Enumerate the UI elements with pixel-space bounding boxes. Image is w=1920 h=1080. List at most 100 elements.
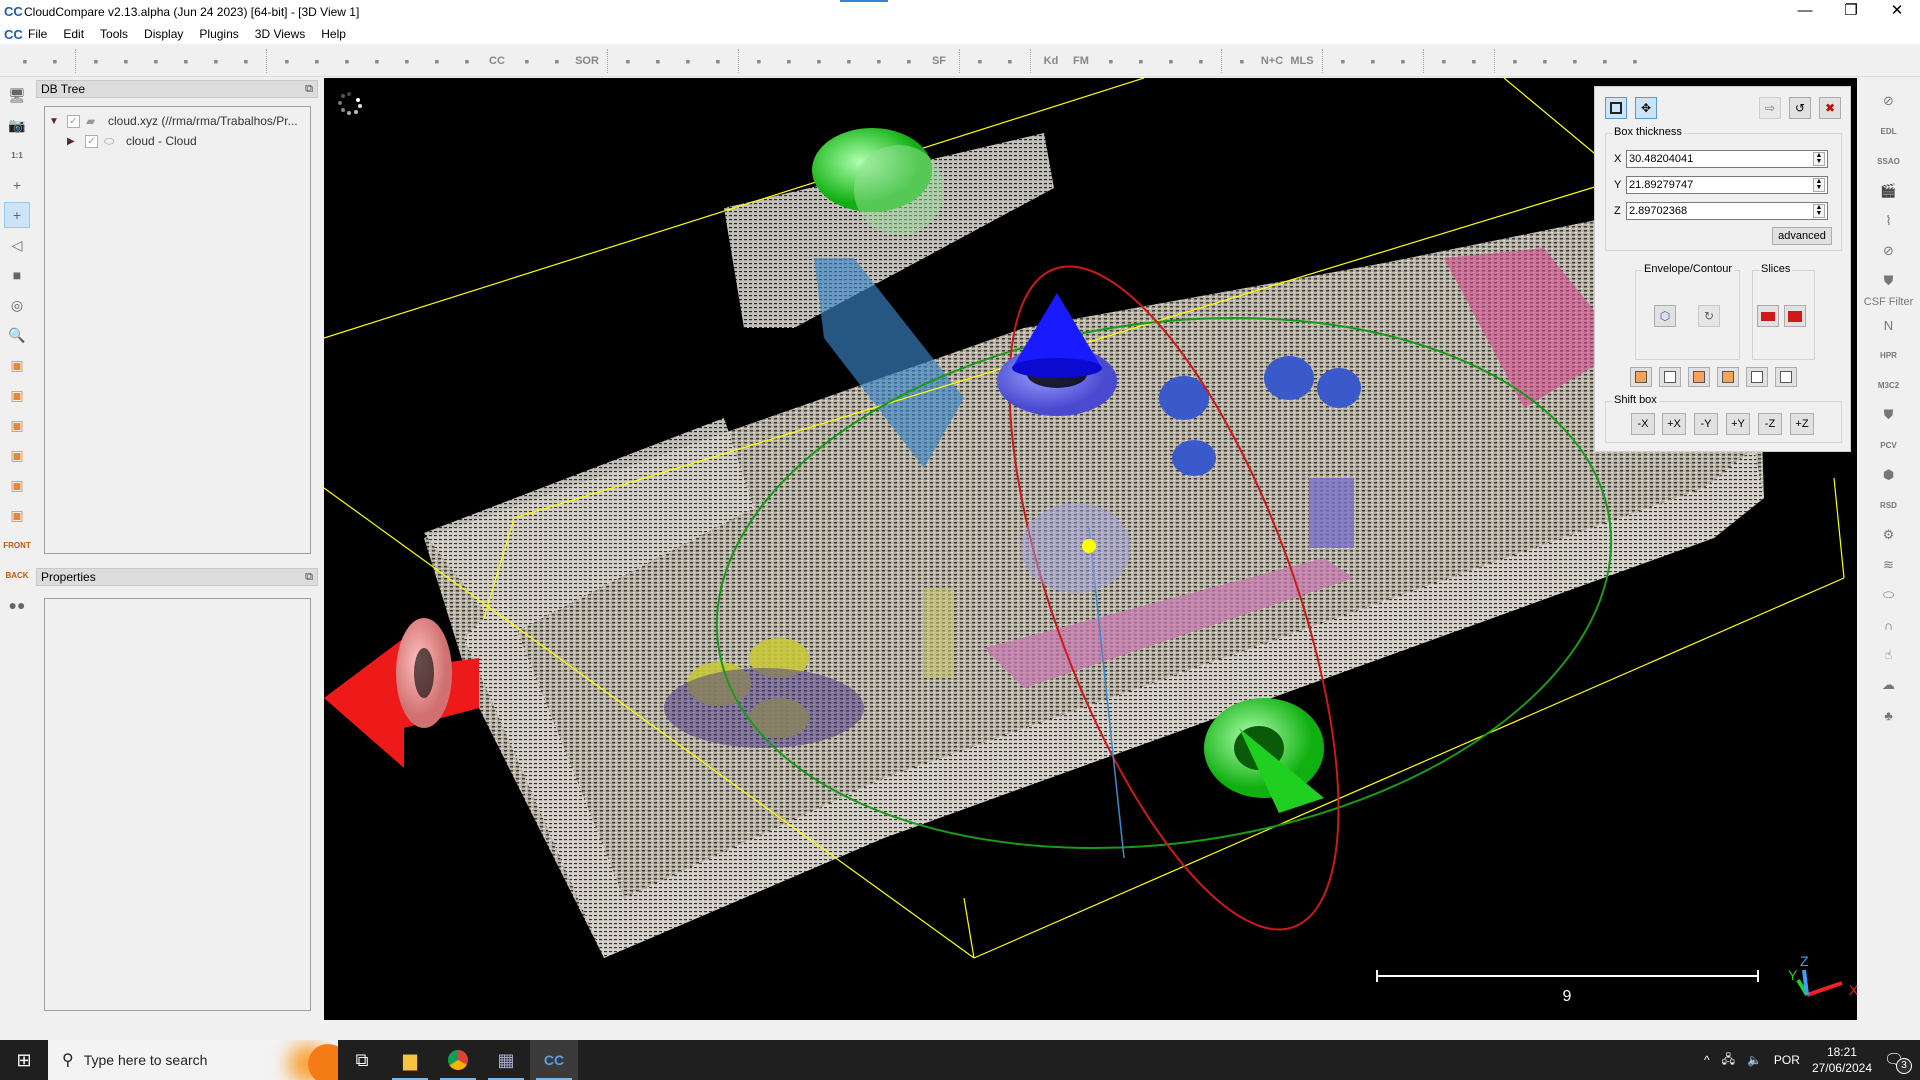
gizmo-x-translate[interactable] [324, 618, 479, 768]
m3c2-icon[interactable]: M3C2 [1876, 372, 1902, 398]
layers-icon[interactable]: ≋ [1876, 552, 1902, 578]
pcv-icon[interactable]: PCV [1876, 432, 1902, 458]
view-right-icon[interactable]: ▣ [4, 472, 30, 498]
polygon-icon[interactable]: ⬢ [1876, 462, 1902, 488]
cloud-mesh-distance-icon[interactable]: ▪ [455, 49, 479, 73]
zoom-1-1-icon[interactable]: 1:1 [4, 142, 30, 168]
canupo-classify-icon[interactable]: ▪ [998, 49, 1022, 73]
hsv-icon[interactable]: ▪ [1533, 49, 1557, 73]
menu-help[interactable]: Help [313, 27, 354, 41]
delete-icon[interactable]: ▪ [234, 49, 258, 73]
calculator-button[interactable]: ▦ [482, 1040, 530, 1080]
sphere-icon[interactable]: ▪ [1159, 49, 1183, 73]
collapse-arrow-icon[interactable]: ▼ [49, 116, 61, 127]
mls-icon[interactable]: MLS [1290, 49, 1314, 73]
north-icon[interactable]: N [1876, 312, 1902, 338]
scissors-icon[interactable]: ▪ [616, 49, 640, 73]
sf-delete-icon[interactable]: ▪ [837, 49, 861, 73]
hand-icon[interactable]: ▪ [1563, 49, 1587, 73]
import-icon[interactable]: ▪ [1391, 49, 1415, 73]
clone-icon[interactable]: ▪ [84, 49, 108, 73]
menu-display[interactable]: Display [136, 27, 191, 41]
sf-add-icon[interactable]: ▪ [867, 49, 891, 73]
minimize-button[interactable]: — [1782, 0, 1828, 24]
list-icon[interactable]: ▪ [114, 49, 138, 73]
camera-icon[interactable]: 📷 [4, 112, 30, 138]
reset-envelope-button[interactable]: ↻ [1698, 305, 1720, 327]
float-panel-icon[interactable]: ⧉ [305, 81, 313, 97]
cross-section-icon[interactable]: ▪ [676, 49, 700, 73]
pick-icon[interactable]: ▪ [706, 49, 730, 73]
sor-icon[interactable]: SOR [575, 49, 599, 73]
magnet-icon[interactable]: ∩ [1876, 612, 1902, 638]
file-explorer-button[interactable]: ▆ [386, 1040, 434, 1080]
view-front-button[interactable] [1659, 367, 1681, 387]
gizmo-mode-button[interactable]: ✥ [1635, 97, 1657, 119]
task-view-button[interactable]: ⧉ [338, 1040, 386, 1080]
trees-icon[interactable]: ♣ [1876, 702, 1902, 728]
min-max-icon[interactable]: ▪ [807, 49, 831, 73]
sample-points-icon[interactable]: ▪ [335, 49, 359, 73]
chrome-button[interactable] [434, 1040, 482, 1080]
auto-center-icon[interactable]: + [4, 202, 30, 228]
show-hidden-icons-button[interactable]: ^ [1704, 1053, 1710, 1067]
save-icon[interactable]: ▪ [43, 49, 67, 73]
csv-icon[interactable]: ▪ [1129, 49, 1153, 73]
taskbar-search[interactable]: ⚲ Type here to search [48, 1040, 338, 1080]
fm-icon[interactable]: FM [1069, 49, 1093, 73]
iso-front-icon[interactable]: FRONT [3, 532, 31, 558]
cloud-measure-icon[interactable]: ☁ [1876, 672, 1902, 698]
puzzle-icon[interactable]: ▪ [1230, 49, 1254, 73]
ssao-icon[interactable]: SSAO [1876, 148, 1902, 174]
add-point-icon[interactable]: ▪ [144, 49, 168, 73]
gauss-icon[interactable]: ▪ [777, 49, 801, 73]
cloudcompare-taskbar-button[interactable]: CC [530, 1040, 578, 1080]
perspective-icon[interactable]: ◁ [4, 232, 30, 258]
reset-button[interactable]: ↺ [1789, 97, 1811, 119]
zoom-icon[interactable]: 🔍 [4, 322, 30, 348]
merge-icon[interactable]: ▪ [174, 49, 198, 73]
translate-rotate-icon[interactable]: ▪ [646, 49, 670, 73]
profile-icon[interactable]: ▪ [1331, 49, 1355, 73]
kd-icon[interactable]: Kd [1039, 49, 1063, 73]
view-back-icon[interactable]: ▣ [4, 442, 30, 468]
globe-icon[interactable]: ▪ [1189, 49, 1213, 73]
shapes-icon[interactable]: ▪ [515, 49, 539, 73]
shift-minus-z-button[interactable]: -Z [1758, 413, 1782, 435]
visibility-checkbox[interactable]: ✓ [85, 134, 98, 148]
rsd-icon[interactable]: RSD [1876, 492, 1902, 518]
export-button[interactable]: ⇨ [1759, 97, 1781, 119]
start-button[interactable]: ⊞ [0, 1040, 48, 1080]
expand-arrow-icon[interactable]: ▶ [67, 136, 79, 147]
notifications-button[interactable]: 🗨 3 [1884, 1050, 1914, 1074]
tree-item-cloud[interactable]: ▶ ✓ ⬭ cloud - Cloud [45, 131, 310, 151]
extract-slice-button[interactable] [1757, 305, 1779, 327]
brush-icon[interactable]: ⌇ [1876, 208, 1902, 234]
x-thickness-input[interactable]: 30.48204041 ▲ ▼ [1626, 150, 1828, 168]
z-thickness-input[interactable]: 2.89702368 ▲ ▼ [1626, 202, 1828, 220]
system-menu-icon[interactable]: CC [4, 27, 23, 42]
distance-icon[interactable]: ▪ [425, 49, 449, 73]
network-icon[interactable]: 🖧 [1722, 1050, 1735, 1071]
menu-file[interactable]: File [20, 27, 55, 41]
shift-minus-x-button[interactable]: -X [1631, 413, 1655, 435]
fullscreen-icon[interactable]: 🖥 [4, 82, 30, 108]
gizmo-y-translate[interactable] [1204, 698, 1324, 813]
csf-filter-label[interactable]: CSF Filter [1864, 296, 1914, 308]
ellipse-icon[interactable]: ⬭ [1876, 582, 1902, 608]
hpr-icon[interactable]: HPR [1876, 342, 1902, 368]
view-top-icon[interactable]: ▣ [4, 352, 30, 378]
open-icon[interactable]: ▪ [13, 49, 37, 73]
view-left-icon[interactable]: ▣ [4, 412, 30, 438]
edl-icon[interactable]: EDL [1876, 118, 1902, 144]
menu-edit[interactable]: Edit [55, 27, 92, 41]
view-top-button[interactable] [1630, 367, 1652, 387]
shield-icon[interactable]: ⛊ [1876, 402, 1902, 428]
profile-2-icon[interactable]: ▪ [1361, 49, 1385, 73]
float-panel-icon[interactable]: ⧉ [305, 569, 313, 585]
gears-icon[interactable]: ⚙ [1876, 522, 1902, 548]
stereo-icon[interactable]: ●● [4, 592, 30, 618]
view-bottom-icon[interactable]: ▣ [4, 502, 30, 528]
view-bottom-button[interactable] [1775, 367, 1797, 387]
view-front-icon[interactable]: ▣ [4, 382, 30, 408]
